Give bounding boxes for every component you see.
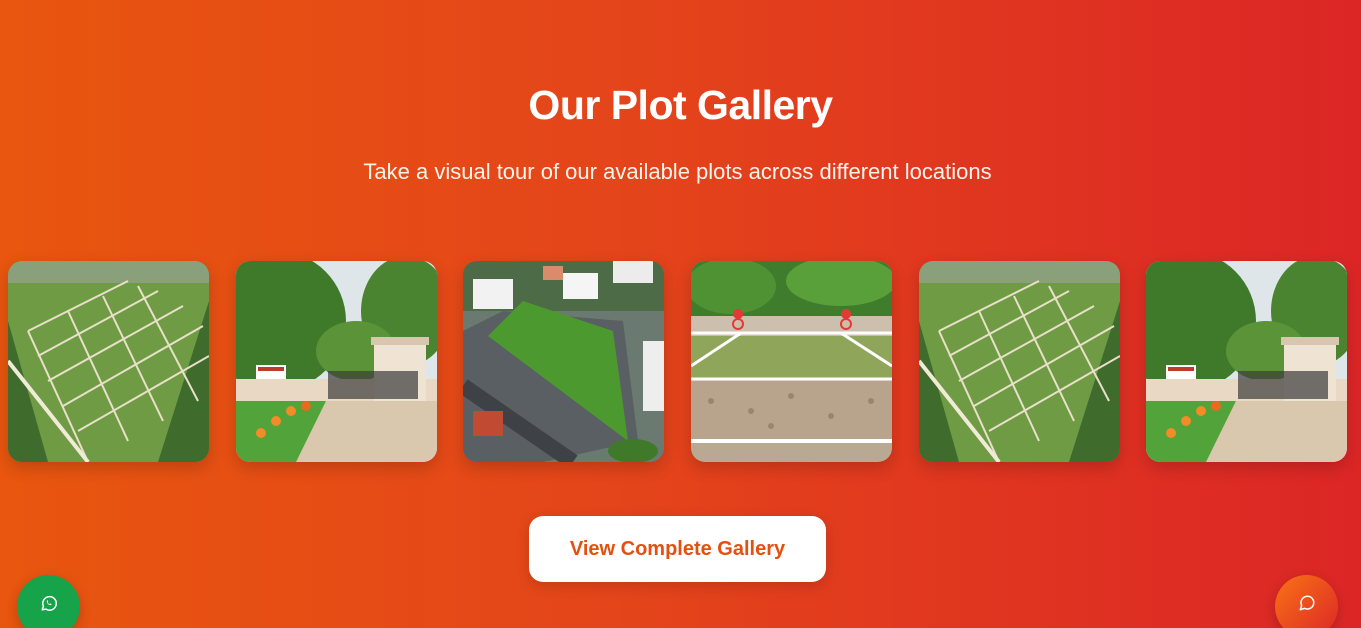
chat-button[interactable]	[1275, 575, 1338, 628]
gallery-image-aerial-plots[interactable]	[919, 261, 1120, 462]
view-complete-gallery-button[interactable]: View Complete Gallery	[529, 516, 826, 582]
gallery-image-aerial-plots[interactable]	[8, 261, 209, 462]
whatsapp-button[interactable]	[17, 575, 80, 628]
gallery-image-entrance-gate[interactable]	[236, 261, 437, 462]
whatsapp-icon	[41, 595, 57, 611]
gallery-image-entrance-gate[interactable]	[1146, 261, 1347, 462]
section-subtitle: Take a visual tour of our available plot…	[363, 159, 992, 184]
gallery-image-aerial-green-plot[interactable]	[463, 261, 664, 462]
gallery-image-plot-markers[interactable]	[691, 261, 892, 462]
section-title: Our Plot Gallery	[528, 82, 833, 128]
chat-bubble-icon	[1299, 595, 1314, 610]
gallery-carousel	[8, 261, 1353, 462]
